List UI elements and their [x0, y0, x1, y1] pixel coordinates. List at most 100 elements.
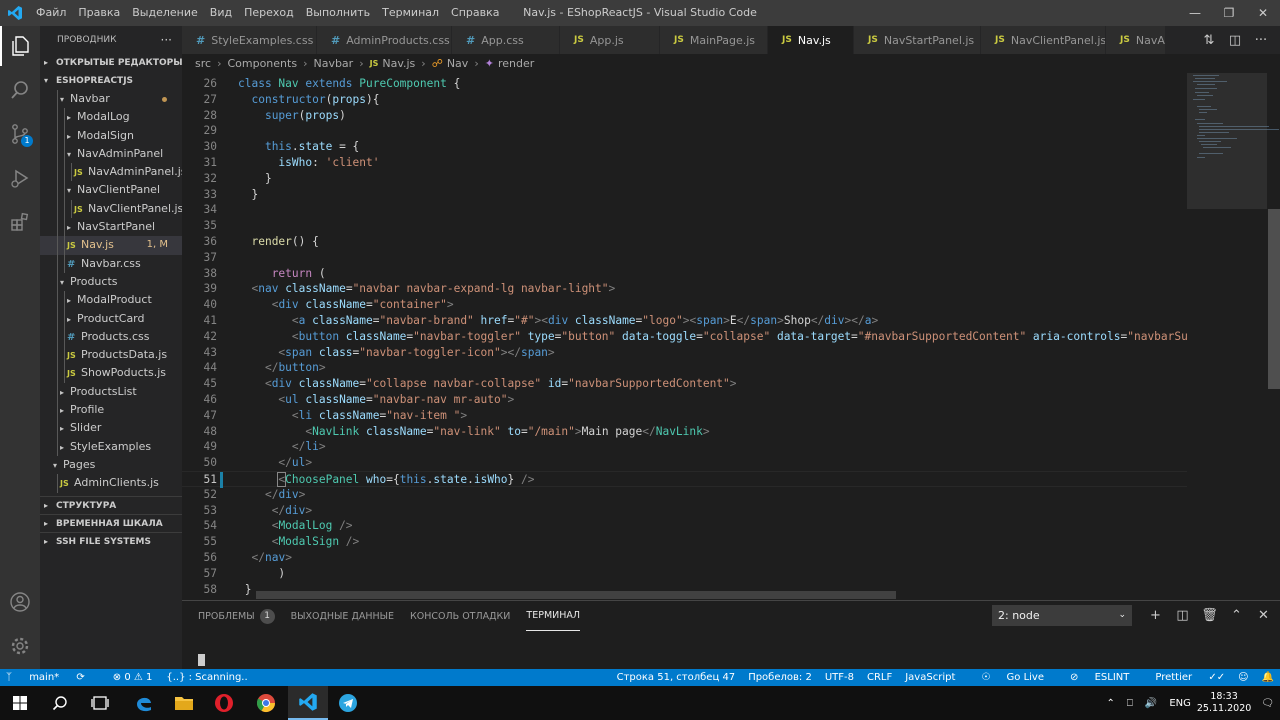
volume-icon[interactable]: 🔊 [1145, 698, 1157, 709]
tree-item[interactable]: ▸ Slider [40, 419, 182, 438]
tree-item[interactable]: ▸ ProductsList [40, 382, 182, 402]
settings-gear-icon[interactable] [0, 626, 40, 666]
tab-navclientpanel-js[interactable]: JS NavClientPanel.js [981, 26, 1106, 54]
breadcrumb-method[interactable]: render [498, 57, 534, 70]
search-icon[interactable] [0, 70, 40, 110]
tree-item[interactable]: ▾ Navbar [40, 90, 182, 109]
breadcrumb-navbar[interactable]: Navbar [313, 57, 353, 70]
open-editors-section[interactable]: ▸ ОТКРЫТЫЕ РЕДАКТОРЫ [40, 54, 182, 72]
menu-item-6[interactable]: Терминал [376, 0, 445, 26]
chrome-icon[interactable] [246, 686, 286, 720]
panel-tab[interactable]: ПРОБЛЕМЫ 1 [198, 601, 275, 631]
new-terminal-icon[interactable]: + [1142, 605, 1169, 626]
tab-styleexamples-css[interactable]: # StyleExamples.css [182, 26, 317, 54]
breadcrumb-class[interactable]: Nav [447, 57, 468, 70]
trash-icon[interactable]: 🗑 [1196, 605, 1223, 626]
tree-item[interactable]: JS Nav.js 1, M [40, 236, 182, 255]
tree-item[interactable]: ▸ StyleExamples [40, 437, 182, 456]
menu-item-5[interactable]: Выполнить [300, 0, 376, 26]
prettier-status[interactable]: Prettier ✓✓ [1142, 672, 1225, 683]
account-icon[interactable] [0, 582, 40, 622]
action-center-icon[interactable]: 🗨 [1261, 698, 1274, 709]
more-actions-icon[interactable]: ··· [161, 33, 172, 47]
tree-item[interactable]: JS AdminClients.js [40, 474, 182, 493]
split-editor-icon[interactable]: ◫ [1222, 33, 1248, 48]
timeline-section[interactable]: ▸ ВРЕМЕННАЯ ШКАЛА [40, 513, 182, 532]
encoding[interactable]: UTF-8 [825, 672, 854, 683]
project-section[interactable]: ▾ ESHOPREACTJS [40, 72, 182, 90]
minimap-slider[interactable] [1187, 73, 1267, 209]
tab-navstartpanel-js[interactable]: JS NavStartPanel.js [854, 26, 981, 54]
tab-app-js[interactable]: JS App.js [560, 26, 660, 54]
explorer-icon[interactable] [0, 26, 40, 66]
clock[interactable]: 18:33 25.11.2020 [1197, 691, 1251, 715]
tree-item[interactable]: ▾ NavClientPanel [40, 181, 182, 200]
tree-item[interactable]: ▾ Products [40, 272, 182, 292]
compare-icon[interactable]: ⇅ [1196, 33, 1222, 48]
feedback-icon[interactable]: ☺ [1238, 672, 1248, 683]
tree-item[interactable]: ▸ ModalLog [40, 108, 182, 127]
breadcrumb-src[interactable]: src [195, 57, 211, 70]
restore-icon[interactable]: ❐ [1212, 0, 1246, 26]
tree-item[interactable]: ▸ Profile [40, 401, 182, 420]
split-terminal-icon[interactable]: ◫ [1169, 605, 1196, 626]
eslint-status[interactable]: ⊘ ESLINT [1057, 672, 1129, 683]
opera-icon[interactable] [204, 686, 244, 720]
search-taskbar-icon[interactable] [40, 686, 80, 720]
tree-item[interactable]: ▸ NavStartPanel [40, 218, 182, 237]
tray-chevron-up-icon[interactable]: ⌃ [1106, 698, 1114, 709]
branch-indicator[interactable]: ᛉ main* ⟳ [6, 672, 99, 683]
close-panel-icon[interactable]: ✕ [1250, 605, 1277, 626]
tree-item[interactable]: JS NavAdminPanel.js [40, 163, 182, 182]
terminal-select[interactable]: 2: node ⌄ [992, 605, 1132, 626]
tree-item[interactable]: ▾ NavAdminPanel [40, 144, 182, 164]
vscode-taskbar-icon[interactable] [288, 686, 328, 720]
file-explorer-icon[interactable] [164, 686, 204, 720]
tab-app-css[interactable]: # App.css [452, 26, 560, 54]
ssh-file-systems-section[interactable]: ▸ SSH FILE SYSTEMS [40, 531, 182, 550]
keyboard-language[interactable]: ENG [1169, 698, 1191, 709]
edge-icon[interactable] [124, 686, 164, 720]
breadcrumb-components[interactable]: Components [227, 57, 297, 70]
minimize-icon[interactable]: — [1178, 0, 1212, 26]
extensions-icon[interactable] [0, 202, 40, 242]
tree-item[interactable]: ▸ ModalProduct [40, 291, 182, 310]
menu-item-7[interactable]: Справка [445, 0, 505, 26]
source-control-icon[interactable]: 1 [0, 114, 40, 154]
breadcrumb-file[interactable]: Nav.js [382, 57, 415, 70]
panel-tab[interactable]: ТЕРМИНАЛ [526, 601, 581, 631]
tree-item[interactable]: JS ShowPoducts.js [40, 364, 182, 383]
task-view-icon[interactable] [80, 686, 120, 720]
menu-item-2[interactable]: Выделение [126, 0, 204, 26]
vertical-scrollbar[interactable] [1268, 209, 1280, 389]
panel-tab[interactable]: ВЫХОДНЫЕ ДАННЫЕ [291, 601, 394, 631]
notifications-bell-icon[interactable]: 🔔 [1262, 672, 1274, 683]
outline-section[interactable]: ▸ СТРУКТУРА [40, 495, 182, 514]
menu-item-3[interactable]: Вид [204, 0, 238, 26]
close-window-icon[interactable]: ✕ [1246, 0, 1280, 26]
tree-item[interactable]: # Navbar.css [40, 254, 182, 273]
tree-item[interactable]: ▸ ProductCard [40, 309, 182, 328]
tree-item[interactable]: # Products.css [40, 327, 182, 347]
horizontal-scrollbar[interactable] [256, 591, 896, 599]
maximize-panel-icon[interactable]: ⌃ [1223, 605, 1250, 626]
menu-item-4[interactable]: Переход [238, 0, 300, 26]
language-mode[interactable]: JavaScript [905, 672, 955, 683]
end-of-line[interactable]: CRLF [867, 672, 892, 683]
tab-adminproducts-css[interactable]: # AdminProducts.css [317, 26, 452, 54]
cursor-position[interactable]: Строка 51, столбец 47 [617, 672, 736, 683]
go-live-button[interactable]: ☉ Go Live [968, 672, 1044, 683]
run-debug-icon[interactable] [0, 158, 40, 198]
tab-nav-js[interactable]: JSNav.js✕ [768, 26, 854, 54]
tree-item[interactable]: ▾ Pages [40, 456, 182, 474]
panel-tab[interactable]: КОНСОЛЬ ОТЛАДКИ [410, 601, 510, 631]
tab-nava[interactable]: JS NavA [1106, 26, 1166, 54]
tree-item[interactable]: JS NavClientPanel.js [40, 199, 182, 219]
indentation[interactable]: Пробелов: 2 [748, 672, 812, 683]
tab-mainpage-js[interactable]: JS MainPage.js [660, 26, 768, 54]
menu-item-1[interactable]: Правка [72, 0, 126, 26]
windows-start-icon[interactable] [0, 686, 40, 720]
code-editor[interactable]: 26 class Nav extends PureComponent {27 co… [182, 76, 1187, 600]
problems-indicator[interactable]: ⊗ 0 ⚠ 1 [113, 672, 153, 683]
more-tab-actions-icon[interactable]: ··· [1248, 33, 1274, 48]
